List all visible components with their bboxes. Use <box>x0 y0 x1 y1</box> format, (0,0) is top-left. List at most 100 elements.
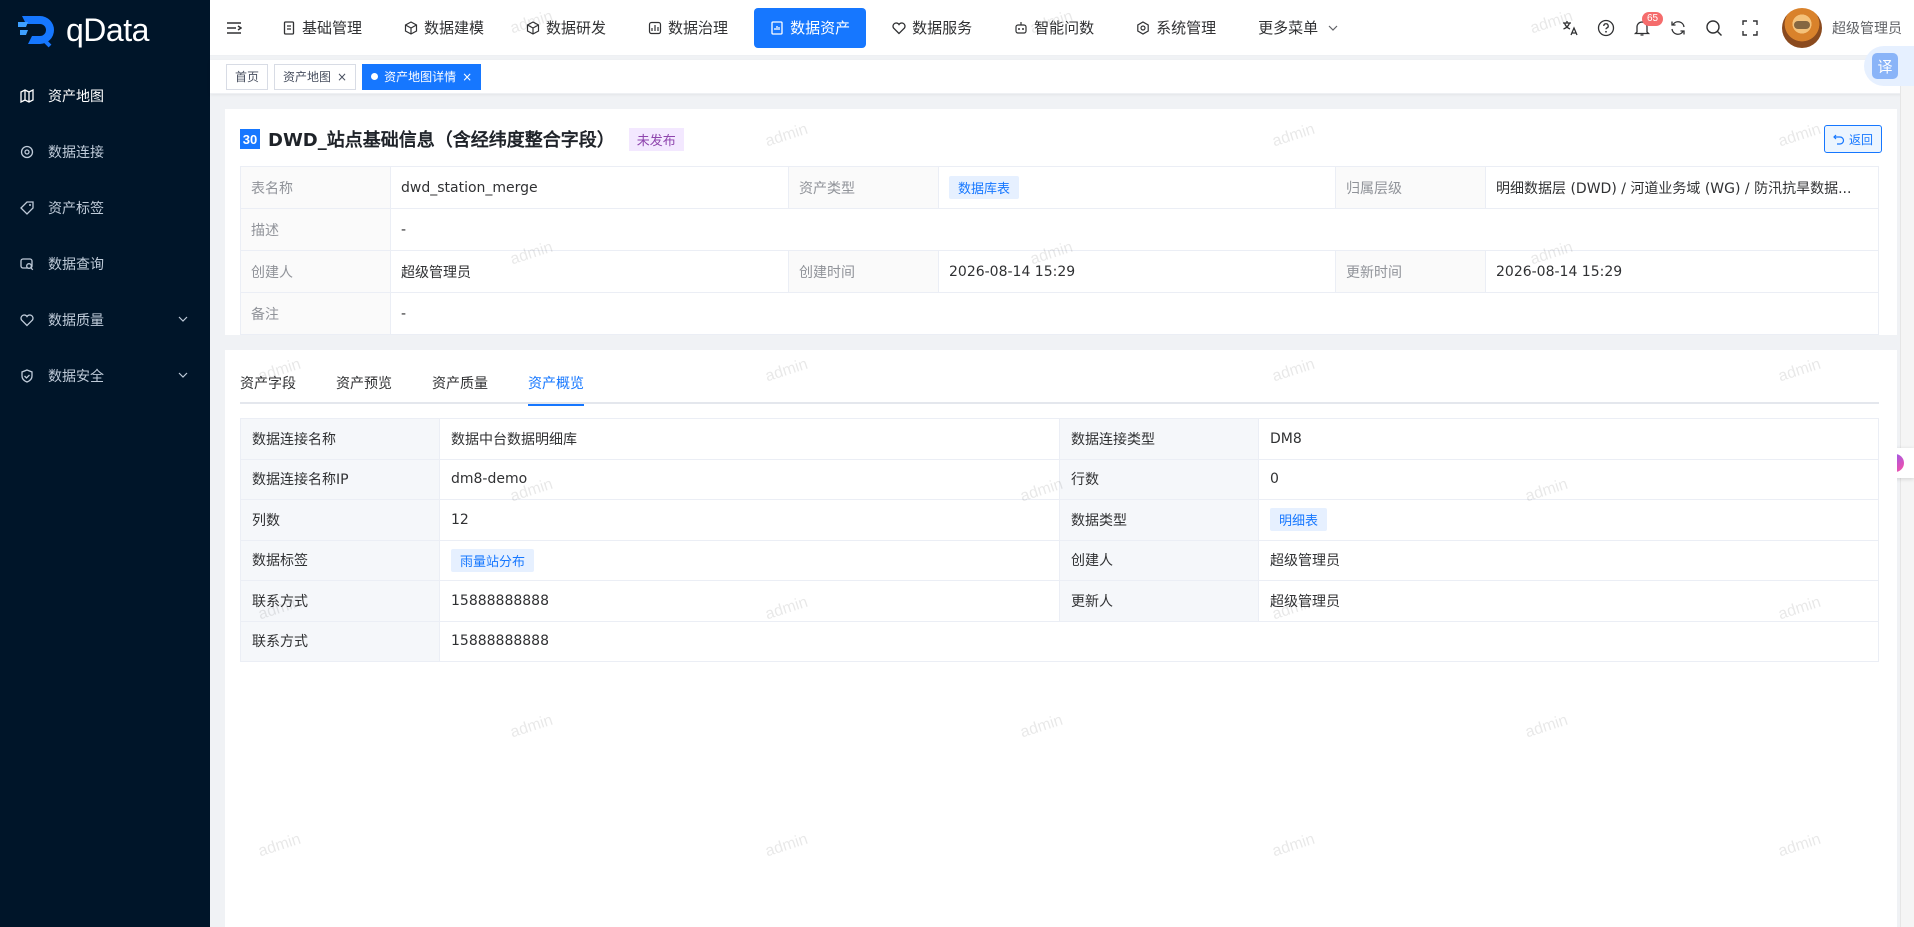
conn-ip-label: 数据连接名称IP <box>240 458 440 500</box>
nav-data-assets[interactable]: 数据资产 <box>754 7 867 48</box>
conn-type-value: DM8 <box>1258 418 1879 460</box>
chevron-down-icon <box>178 372 188 378</box>
remark-label: 备注 <box>240 292 391 335</box>
close-icon[interactable]: × <box>462 71 472 83</box>
nav-label: 智能问数 <box>1034 19 1095 37</box>
translate-float-button[interactable]: 译 <box>1864 46 1914 86</box>
nav-smart-query[interactable]: 智能问数 <box>998 8 1110 48</box>
sidebar-item-asset-map[interactable]: 资产地图 <box>0 68 210 124</box>
active-dot <box>371 73 379 80</box>
sidebar-item-asset-tags[interactable]: 资产标签 <box>0 180 210 236</box>
ov-creator-value: 超级管理员 <box>1258 539 1879 581</box>
toolbar-right: 65 超级管理员 <box>1552 0 1902 56</box>
query-icon <box>20 257 34 271</box>
search-icon <box>1706 20 1722 36</box>
nav-label: 数据服务 <box>912 19 973 37</box>
menu-toggle-icon[interactable] <box>226 20 242 36</box>
translate-icon <box>1563 21 1578 36</box>
search-button[interactable] <box>1696 10 1732 46</box>
fullscreen-icon <box>1742 20 1758 36</box>
data-tag-chip: 雨量站分布 <box>451 548 535 572</box>
tags-view: 首页 资产地图 × 资产地图详情 × <box>210 60 1914 94</box>
table-row: 备注 - <box>240 292 1879 335</box>
layer-cell: 明细数据层 (DWD) / 河道业务域 (WG) / 防汛抗旱数据... <box>1485 166 1879 209</box>
contact2-value: 15888888888 <box>439 620 1879 662</box>
table-row: 数据连接名称 数据中台数据明细库 数据连接类型 DM8 <box>240 418 1879 460</box>
help-button[interactable] <box>1588 10 1624 46</box>
back-button[interactable]: 返回 <box>1823 125 1882 153</box>
tab-asset-preview[interactable]: 资产预览 <box>336 362 392 404</box>
scrollbar[interactable] <box>1900 86 1914 927</box>
status-badge: 未发布 <box>628 127 684 151</box>
conn-name-label: 数据连接名称 <box>240 418 440 460</box>
shield-icon <box>20 369 34 383</box>
desc-label: 描述 <box>240 208 391 251</box>
notification-button[interactable]: 65 <box>1624 10 1664 46</box>
sidebar-item-data-security[interactable]: 数据安全 <box>0 348 210 404</box>
cube-icon <box>526 20 540 35</box>
asset-info-table: 表名称 dwd_station_merge 资产类型 数据库表 归属层级 明细数… <box>240 166 1879 335</box>
close-icon[interactable]: × <box>337 71 347 83</box>
logo[interactable]: qData <box>0 0 210 60</box>
table-name-label: 表名称 <box>240 166 391 209</box>
rows-value: 0 <box>1258 458 1879 500</box>
nav-more-menu[interactable]: 更多菜单 <box>1242 8 1354 48</box>
sidebar-item-data-connection[interactable]: 数据连接 <box>0 124 210 180</box>
creator-label: 创建人 <box>240 250 391 293</box>
nav-basic-management[interactable]: 基础管理 <box>266 8 378 48</box>
tab-asset-quality[interactable]: 资产质量 <box>432 362 488 404</box>
table-name-value: dwd_station_merge <box>390 166 789 209</box>
contact-label: 联系方式 <box>240 580 440 622</box>
sidebar: qData 资产地图 数据连接 资产标签 数据查询 数据质量 数据安全 <box>0 0 210 927</box>
nav-system-management[interactable]: 系统管理 <box>1120 8 1232 48</box>
qdata-logo-icon <box>18 12 60 48</box>
chevron-down-icon <box>1328 25 1338 31</box>
tag-asset-map-detail[interactable]: 资产地图详情 × <box>362 63 482 90</box>
nav-data-service[interactable]: 数据服务 <box>876 8 988 48</box>
tag-icon <box>20 201 34 215</box>
governance-icon <box>648 21 662 34</box>
sidebar-item-label: 资产标签 <box>48 201 104 217</box>
nav-data-governance[interactable]: 数据治理 <box>632 8 744 48</box>
nav-label: 基础管理 <box>302 19 363 37</box>
data-tag-label: 数据标签 <box>240 539 440 581</box>
chevron-down-icon <box>178 316 188 322</box>
tab-asset-overview[interactable]: 资产概览 <box>528 362 584 406</box>
updater-value: 超级管理员 <box>1258 580 1879 622</box>
heart-icon <box>892 21 906 34</box>
settings-icon <box>1137 20 1149 35</box>
data-type-chip: 明细表 <box>1270 508 1328 532</box>
tag-label: 资产地图详情 <box>384 70 457 84</box>
asset-title-row: 30 DWD_站点基础信息（含经纬度整合字段） 未发布 返回 <box>240 125 1882 153</box>
desc-value: - <box>390 208 1879 251</box>
robot-icon <box>1015 21 1027 34</box>
sidebar-item-data-quality[interactable]: 数据质量 <box>0 292 210 348</box>
translate-button[interactable] <box>1552 10 1588 46</box>
sidebar-item-label: 数据查询 <box>48 257 104 273</box>
updater-label: 更新人 <box>1059 580 1259 622</box>
table-row: 表名称 dwd_station_merge 资产类型 数据库表 归属层级 明细数… <box>240 166 1879 209</box>
tab-asset-fields[interactable]: 资产字段 <box>240 362 296 404</box>
created-time-label: 创建时间 <box>788 250 939 293</box>
fullscreen-button[interactable] <box>1732 10 1768 46</box>
top-navbar: 基础管理 数据建模 数据研发 数据治理 数据资产 数据服务 智能问数 系统管理 <box>210 0 1914 56</box>
sidebar-item-data-query[interactable]: 数据查询 <box>0 236 210 292</box>
contact-value: 15888888888 <box>439 580 1060 622</box>
tag-home[interactable]: 首页 <box>226 63 269 90</box>
sidebar-item-label: 数据连接 <box>48 145 104 161</box>
table-row: 联系方式 15888888888 <box>240 620 1879 662</box>
nav-label: 系统管理 <box>1156 19 1217 37</box>
nav-label: 数据治理 <box>668 19 729 37</box>
rows-label: 行数 <box>1059 458 1259 500</box>
refresh-button[interactable] <box>1660 10 1696 46</box>
sidebar-item-label: 数据安全 <box>48 369 104 385</box>
table-row: 创建人 超级管理员 创建时间 2026-08-14 15:29 更新时间 202… <box>240 250 1879 293</box>
asset-info-card: 30 DWD_站点基础信息（含经纬度整合字段） 未发布 返回 表名称 dwd_s… <box>225 109 1897 335</box>
nav-data-modeling[interactable]: 数据建模 <box>388 8 500 48</box>
user-name[interactable]: 超级管理员 <box>1832 18 1902 38</box>
layer-value: 明细数据层 (DWD) / 河道业务域 (WG) / 防汛抗旱数据... <box>1496 180 1852 197</box>
avatar[interactable] <box>1782 8 1822 48</box>
nav-data-development[interactable]: 数据研发 <box>510 8 622 48</box>
contact2-label: 联系方式 <box>240 620 440 662</box>
tag-asset-map[interactable]: 资产地图 × <box>274 63 357 90</box>
